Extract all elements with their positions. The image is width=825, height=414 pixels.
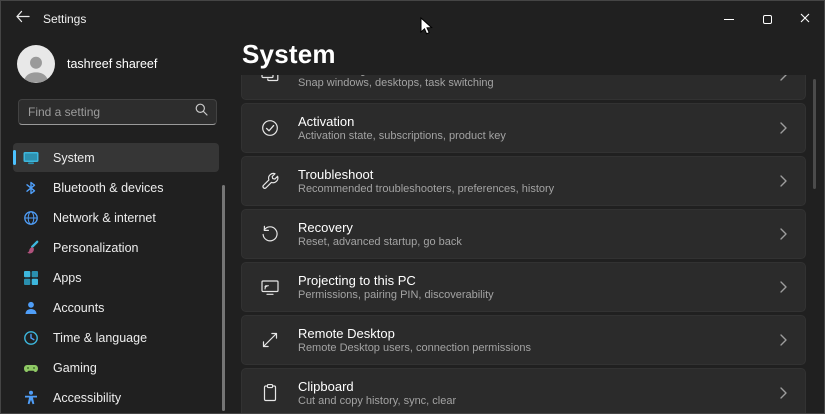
sidebar-nav: System Bluetooth & devices Network & int… <box>1 143 233 412</box>
row-title: Troubleshoot <box>298 166 374 182</box>
settings-row-troubleshoot[interactable]: Troubleshoot Recommended troubleshooters… <box>241 156 806 206</box>
accessibility-icon <box>23 390 39 406</box>
chevron-right-icon <box>774 171 793 191</box>
close-button[interactable] <box>786 1 824 37</box>
chevron-right-icon <box>774 330 793 350</box>
sidebar-item-network-internet[interactable]: Network & internet <box>13 203 219 232</box>
content-scrollbar[interactable] <box>813 79 816 189</box>
row-title: Activation <box>298 113 355 129</box>
maximize-button[interactable] <box>748 1 786 37</box>
close-icon <box>800 10 810 28</box>
settings-row-recovery[interactable]: Recovery Reset, advanced startup, go bac… <box>241 209 806 259</box>
chevron-right-icon <box>774 118 793 138</box>
sidebar-item-label: Personalization <box>53 240 139 255</box>
sidebar-item-label: Bluetooth & devices <box>53 180 164 195</box>
remote-desktop-icon <box>260 330 280 350</box>
troubleshoot-icon <box>260 171 280 191</box>
settings-row-multitasking[interactable]: Multitasking Snap windows, desktops, tas… <box>241 75 806 100</box>
sidebar-item-accessibility[interactable]: Accessibility <box>13 383 219 412</box>
avatar <box>17 45 55 83</box>
settings-row-activation[interactable]: Activation Activation state, subscriptio… <box>241 103 806 153</box>
sidebar: tashreef shareef System Bluetooth & devi… <box>1 37 233 413</box>
row-subtitle: Permissions, pairing PIN, discoverabilit… <box>298 288 494 301</box>
sidebar-item-label: Accessibility <box>53 390 122 405</box>
personalization-icon <box>23 240 39 256</box>
search-box <box>18 99 217 125</box>
row-title: Projecting to this PC <box>298 272 416 288</box>
page-title: System <box>242 39 336 69</box>
row-subtitle: Snap windows, desktops, task switching <box>298 76 494 89</box>
projecting-icon <box>260 277 280 297</box>
sidebar-item-gaming[interactable]: Gaming <box>13 353 219 382</box>
user-profile: tashreef shareef <box>1 37 233 83</box>
settings-row-remote-desktop[interactable]: Remote Desktop Remote Desktop users, con… <box>241 315 806 365</box>
sidebar-item-label: Apps <box>53 270 82 285</box>
sidebar-item-label: Gaming <box>53 360 97 375</box>
back-button[interactable] <box>1 1 43 37</box>
sidebar-item-label: Accounts <box>53 300 105 315</box>
time-language-icon <box>23 330 39 346</box>
window-title: Settings <box>43 12 87 26</box>
row-subtitle: Recommended troubleshooters, preferences… <box>298 182 555 195</box>
chevron-right-icon <box>774 383 793 403</box>
window-controls <box>710 1 824 37</box>
row-subtitle: Remote Desktop users, connection permiss… <box>298 341 531 354</box>
gaming-icon <box>23 360 39 376</box>
sidebar-item-accounts[interactable]: Accounts <box>13 293 219 322</box>
row-title: Recovery <box>298 219 353 235</box>
settings-row-projecting[interactable]: Projecting to this PC Permissions, pairi… <box>241 262 806 312</box>
activation-icon <box>260 118 280 138</box>
row-title: Remote Desktop <box>298 325 395 341</box>
sidebar-item-system[interactable]: System <box>13 143 219 172</box>
system-icon <box>23 150 39 166</box>
network-icon <box>23 210 39 226</box>
chevron-right-icon <box>774 224 793 244</box>
apps-icon <box>23 270 39 286</box>
multitasking-icon <box>260 75 280 85</box>
minimize-button[interactable] <box>710 1 748 37</box>
clipboard-icon <box>260 383 280 403</box>
search-input[interactable] <box>28 105 195 119</box>
titlebar: Settings <box>1 1 824 37</box>
search-icon <box>195 103 208 121</box>
sidebar-item-label: Time & language <box>53 330 148 345</box>
chevron-right-icon <box>774 277 793 297</box>
row-subtitle: Activation state, subscriptions, product… <box>298 129 506 142</box>
sidebar-item-label: Network & internet <box>53 210 156 225</box>
back-icon <box>15 10 30 28</box>
settings-list: Multitasking Snap windows, desktops, tas… <box>241 75 806 413</box>
sidebar-item-apps[interactable]: Apps <box>13 263 219 292</box>
sidebar-item-label: System <box>53 150 95 165</box>
sidebar-scrollbar[interactable] <box>222 185 225 411</box>
maximize-icon <box>762 14 772 24</box>
settings-row-clipboard[interactable]: Clipboard Cut and copy history, sync, cl… <box>241 368 806 413</box>
chevron-right-icon <box>774 75 793 85</box>
sidebar-item-time-language[interactable]: Time & language <box>13 323 219 352</box>
row-subtitle: Reset, advanced startup, go back <box>298 235 462 248</box>
user-name: tashreef shareef <box>67 57 158 71</box>
row-subtitle: Cut and copy history, sync, clear <box>298 394 457 407</box>
recovery-icon <box>260 224 280 244</box>
accounts-icon <box>23 300 39 316</box>
sidebar-item-bluetooth-devices[interactable]: Bluetooth & devices <box>13 173 219 202</box>
bluetooth-icon <box>23 180 39 196</box>
minimize-icon <box>724 18 734 20</box>
row-title: Clipboard <box>298 378 354 394</box>
sidebar-item-personalization[interactable]: Personalization <box>13 233 219 262</box>
settings-window: { "titlebar": { "title": "Settings" }, "… <box>0 0 825 414</box>
